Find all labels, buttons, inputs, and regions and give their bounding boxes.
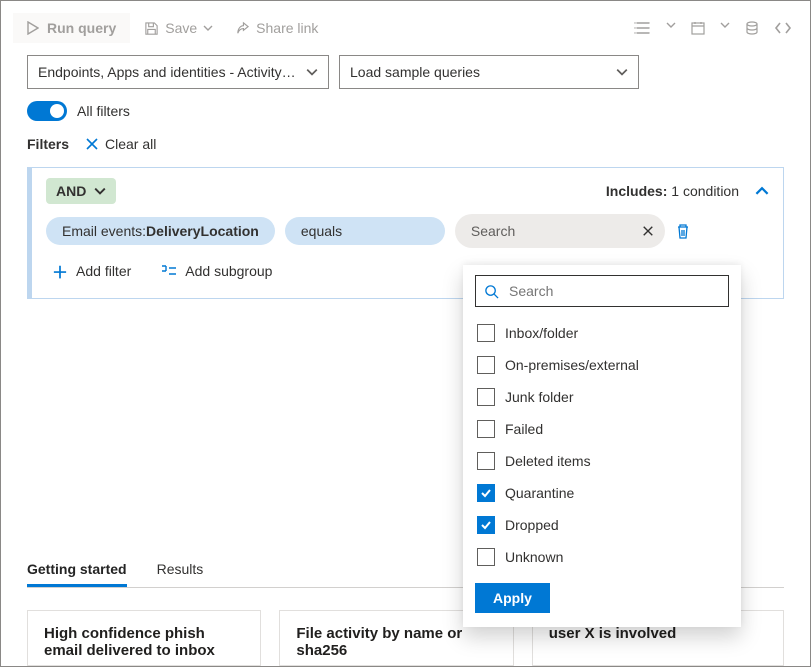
- filters-header: Filters Clear all: [1, 135, 810, 163]
- dropdown-item[interactable]: Dropped: [475, 509, 729, 541]
- dropdown-item[interactable]: Junk folder: [475, 381, 729, 413]
- includes-label: Includes:: [606, 183, 667, 199]
- close-icon: [85, 137, 99, 151]
- list-view-icon[interactable]: [634, 20, 652, 36]
- field-key: Email events:: [62, 223, 146, 239]
- code-icon[interactable]: [774, 20, 792, 36]
- scope-combo[interactable]: Endpoints, Apps and identities - Activit…: [27, 55, 329, 89]
- dropdown-item[interactable]: On-premises/external: [475, 349, 729, 381]
- play-icon: [27, 21, 39, 35]
- checkbox[interactable]: [477, 452, 495, 470]
- includes-count: 1 condition: [671, 183, 739, 199]
- dropdown-item[interactable]: Inbox/folder: [475, 317, 729, 349]
- apply-button[interactable]: Apply: [475, 583, 550, 613]
- tab[interactable]: Results: [157, 551, 204, 587]
- add-filter-button[interactable]: ＋ Add filter: [46, 258, 137, 284]
- toolbar-right-icons: [634, 20, 792, 36]
- checkbox[interactable]: [477, 484, 495, 502]
- dropdown-item-label: On-premises/external: [505, 357, 639, 373]
- chevron-down-icon: [203, 23, 213, 33]
- calendar-icon[interactable]: [690, 20, 706, 36]
- dropdown-item-label: Quarantine: [505, 485, 574, 501]
- dropdown-item[interactable]: Quarantine: [475, 477, 729, 509]
- query-card[interactable]: High confidence phish email delivered to…: [27, 610, 261, 666]
- sample-queries-combo[interactable]: Load sample queries: [339, 55, 639, 89]
- comparator-pill[interactable]: equals: [285, 217, 445, 245]
- run-query-label: Run query: [47, 20, 116, 36]
- save-label: Save: [165, 20, 197, 36]
- run-query-button[interactable]: Run query: [13, 13, 130, 43]
- dropdown-item[interactable]: Failed: [475, 413, 729, 445]
- value-placeholder: Search: [471, 223, 515, 239]
- add-subgroup-button[interactable]: Add subgroup: [155, 262, 278, 280]
- operator-label: AND: [56, 183, 86, 199]
- value-dropdown: Inbox/folder On-premises/external Junk fol…: [463, 265, 741, 627]
- share-link-button[interactable]: Share link: [227, 14, 326, 42]
- clear-all-label: Clear all: [105, 136, 156, 152]
- clear-all-button[interactable]: Clear all: [79, 135, 162, 153]
- dropdown-item-label: Inbox/folder: [505, 325, 578, 341]
- allfilters-row: All filters: [1, 101, 810, 135]
- subgroup-icon: [161, 264, 177, 278]
- add-subgroup-label: Add subgroup: [185, 263, 272, 279]
- field-value: DeliveryLocation: [146, 223, 259, 239]
- tab[interactable]: Getting started: [27, 551, 127, 587]
- save-button[interactable]: Save: [136, 14, 221, 42]
- field-pill[interactable]: Email events: DeliveryLocation: [46, 217, 275, 245]
- dropdown-item-label: Unknown: [505, 549, 563, 565]
- dropdown-item-label: Deleted items: [505, 453, 591, 469]
- allfilters-label: All filters: [77, 103, 130, 119]
- chevron-down-icon: [306, 66, 318, 78]
- chevron-down-icon: [616, 66, 628, 78]
- operator-pill[interactable]: AND: [46, 178, 116, 204]
- checkbox[interactable]: [477, 516, 495, 534]
- dropdown-item-label: Junk folder: [505, 389, 573, 405]
- comparator-label: equals: [301, 223, 342, 239]
- checkbox[interactable]: [477, 356, 495, 374]
- scope-label: Endpoints, Apps and identities - Activit…: [38, 64, 296, 80]
- checkbox[interactable]: [477, 324, 495, 342]
- chevron-up-icon[interactable]: [755, 184, 769, 198]
- plus-icon: ＋: [52, 259, 68, 283]
- dropdown-item[interactable]: Unknown: [475, 541, 729, 573]
- chevron-down-icon[interactable]: [666, 20, 676, 36]
- database-icon[interactable]: [744, 20, 760, 36]
- dropdown-item[interactable]: Deleted items: [475, 445, 729, 477]
- toolbar: Run query Save Share link: [1, 1, 810, 55]
- checkbox[interactable]: [477, 388, 495, 406]
- selectors-row: Endpoints, Apps and identities - Activit…: [1, 55, 810, 101]
- dropdown-searchbox[interactable]: [475, 275, 729, 307]
- share-icon: [235, 21, 250, 36]
- dropdown-item-label: Failed: [505, 421, 543, 437]
- chevron-down-icon[interactable]: [720, 20, 730, 36]
- chevron-down-icon: [94, 185, 106, 197]
- dropdown-search-input[interactable]: [507, 282, 720, 300]
- delete-condition-button[interactable]: [675, 222, 691, 240]
- allfilters-toggle[interactable]: [27, 101, 67, 121]
- filters-label: Filters: [27, 136, 69, 152]
- search-icon: [484, 284, 499, 299]
- dropdown-item-label: Dropped: [505, 517, 559, 533]
- sample-label: Load sample queries: [350, 64, 480, 80]
- condition-row: Email events: DeliveryLocation equals Se…: [46, 214, 769, 248]
- add-filter-label: Add filter: [76, 263, 131, 279]
- checkbox[interactable]: [477, 548, 495, 566]
- checkbox[interactable]: [477, 420, 495, 438]
- value-pill[interactable]: Search: [455, 214, 665, 248]
- clear-value-button[interactable]: [633, 216, 663, 246]
- save-icon: [144, 21, 159, 36]
- share-label: Share link: [256, 20, 318, 36]
